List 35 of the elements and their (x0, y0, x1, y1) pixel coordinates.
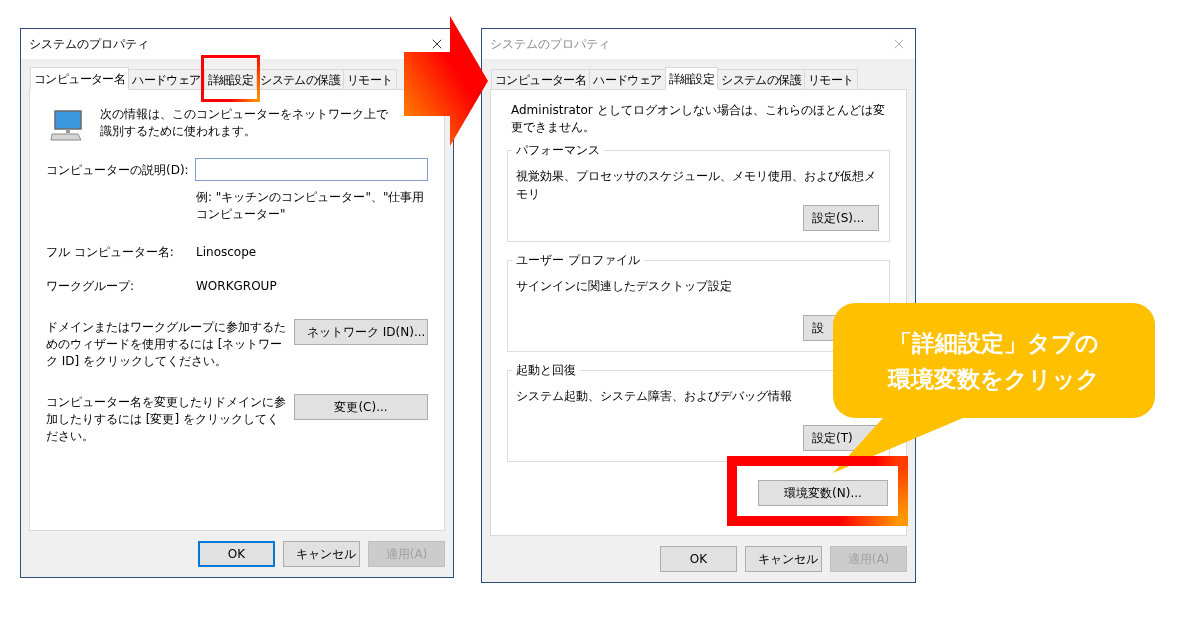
field-label: コンピューターの説明(D): (46, 161, 190, 179)
note-text: Administrator としてログオンしない場合は、これらのほとんどは変更できません。 (511, 102, 886, 136)
example-text: 例: "キッチンのコンピューター"、"仕事用コンピューター" (196, 189, 426, 223)
field-value: Linoscope (196, 244, 257, 261)
dialog-button[interactable]: キャンセル (745, 546, 822, 572)
env-variables-button[interactable]: 環境変数(N)... (758, 480, 888, 506)
dialog-button[interactable]: OK (660, 546, 737, 572)
callout-text: 環境変数をクリック (888, 364, 1100, 393)
group-title: 起動と回復 (512, 362, 580, 378)
group-description: 視覚効果、プロセッサのスケジュール、メモリ使用、および仮想メモリ (516, 168, 877, 203)
group-description: システム起動、システム障害、およびデバッグ情報 (516, 388, 793, 405)
tab[interactable]: 詳細設定 (664, 67, 719, 90)
group-description: サインインに関連したデスクトップ設定 (516, 278, 733, 295)
group-title: パフォーマンス (512, 142, 604, 158)
computer-icon (50, 110, 84, 142)
settings-button[interactable]: 設定(S)... (803, 205, 879, 231)
window-title: システムのプロパティ (490, 36, 610, 53)
action-button[interactable]: ネットワーク ID(N)... (294, 319, 428, 345)
dialog-button[interactable]: キャンセル (283, 541, 360, 567)
group-title: ユーザー プロファイル (512, 252, 644, 268)
instruction-text: ドメインまたはワークグループに参加するためのウィザードを使用するには [ネットワーク ID] をクリックしてください。 (46, 319, 286, 370)
description-field[interactable] (195, 158, 428, 181)
field-value: WORKGROUP (196, 278, 277, 295)
tab[interactable]: コンピューター名 (491, 69, 591, 90)
action-button[interactable]: 変更(C)... (294, 394, 428, 420)
tab[interactable]: リモート (343, 69, 397, 90)
field-label: ワークグループ: (46, 278, 136, 295)
tab[interactable]: コンピューター名 (30, 67, 130, 90)
callout-text: 「詳細設定」タブの (889, 328, 1099, 357)
field-label: フル コンピューター名: (46, 244, 175, 261)
dialog-button[interactable]: OK (198, 541, 275, 567)
instruction-text: コンピューター名を変更したりドメインに参加したりするには [変更] をクリックしてください。 (46, 394, 286, 445)
tab[interactable]: リモート (804, 69, 858, 90)
window-title: システムのプロパティ (29, 36, 149, 53)
intro-text: 次の情報は、このコンピューターをネットワーク上で識別するために使われます。 (100, 106, 389, 140)
